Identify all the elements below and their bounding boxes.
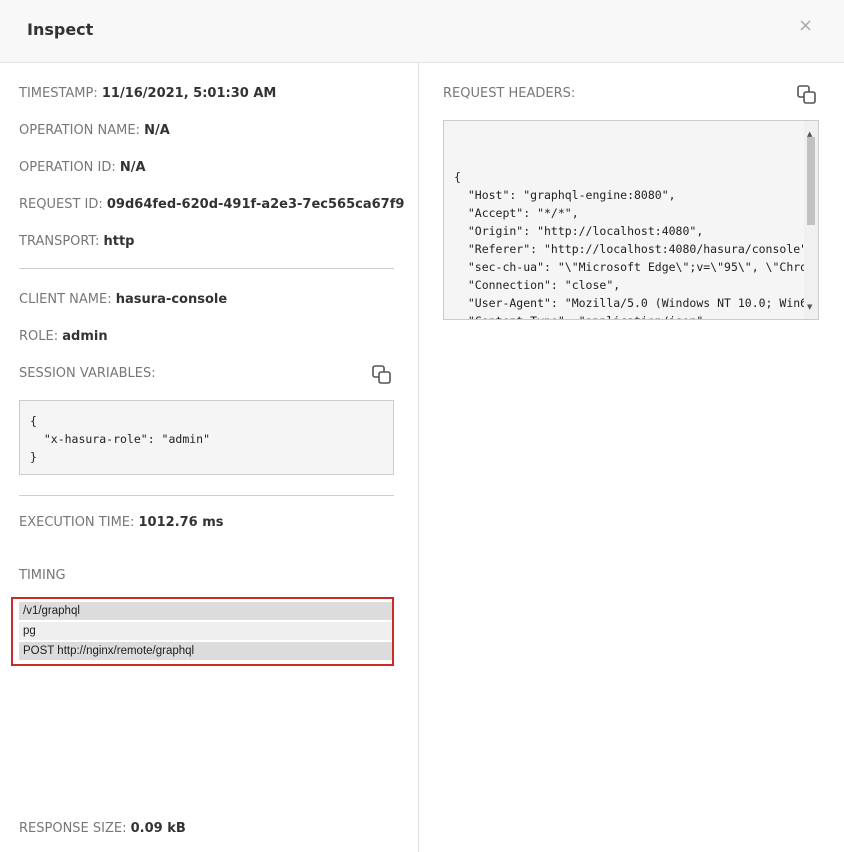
request-headers-code[interactable]: { "Host": "graphql-engine:8080", "Accept…: [443, 120, 819, 320]
execution-time-label: EXECUTION TIME:: [19, 515, 139, 530]
column-divider: [418, 63, 419, 852]
response-size-value: 0.09 kB: [130, 821, 186, 836]
role-value: admin: [62, 329, 108, 344]
request-id-row: REQUEST ID: 09d64fed-620d-491f-a2e3-7ec5…: [19, 196, 404, 214]
client-name-label: CLIENT NAME:: [19, 292, 116, 307]
timing-label: TIMING: [19, 568, 66, 583]
timestamp-value: 11/16/2021, 5:01:30 AM: [101, 86, 277, 101]
transport-value: http: [103, 234, 135, 249]
response-size-row: RESPONSE SIZE: 0.09 kB: [19, 820, 186, 838]
client-name-value: hasura-console: [115, 292, 228, 307]
timestamp-label: TIMESTAMP:: [19, 86, 102, 101]
execution-time-value: 1012.76 ms: [138, 515, 224, 530]
vertical-scrollbar[interactable]: ▲ ▼: [804, 121, 818, 319]
timing-row[interactable]: pg: [19, 622, 392, 640]
scrollbar-thumb[interactable]: [807, 137, 815, 225]
execution-time-row: EXECUTION TIME: 1012.76 ms: [19, 514, 224, 532]
modal-title: Inspect: [27, 20, 94, 39]
section-divider: [19, 495, 394, 496]
operation-id-row: OPERATION ID: N/A: [19, 159, 146, 177]
timing-row[interactable]: /v1/graphql: [19, 602, 392, 620]
role-row: ROLE: admin: [19, 328, 108, 346]
request-id-label: REQUEST ID:: [19, 197, 107, 212]
transport-label: TRANSPORT:: [19, 234, 104, 249]
role-label: ROLE:: [19, 329, 63, 344]
copy-icon[interactable]: [371, 364, 393, 386]
close-icon[interactable]: ×: [798, 16, 813, 36]
response-size-label: RESPONSE SIZE:: [19, 821, 131, 836]
operation-name-row: OPERATION NAME: N/A: [19, 122, 170, 140]
request-headers-label: REQUEST HEADERS:: [443, 86, 576, 101]
copy-icon[interactable]: [796, 84, 818, 106]
transport-row: TRANSPORT: http: [19, 233, 135, 251]
section-divider: [19, 268, 394, 269]
session-variables-label: SESSION VARIABLES:: [19, 366, 156, 381]
operation-name-value: N/A: [144, 123, 170, 138]
modal-header: Inspect ×: [0, 0, 844, 63]
client-name-row: CLIENT NAME: hasura-console: [19, 291, 227, 309]
scroll-down-icon[interactable]: ▼: [807, 298, 812, 316]
operation-name-label: OPERATION NAME:: [19, 123, 145, 138]
timestamp-row: TIMESTAMP: 11/16/2021, 5:01:30 AM: [19, 85, 276, 103]
request-headers-text: { "Host": "graphql-engine:8080", "Accept…: [454, 170, 818, 319]
request-id-value: 09d64fed-620d-491f-a2e3-7ec565ca67f9: [106, 197, 405, 212]
operation-id-label: OPERATION ID:: [19, 160, 120, 175]
timing-row[interactable]: POST http://nginx/remote/graphql: [19, 642, 392, 660]
operation-id-value: N/A: [119, 160, 146, 175]
session-variables-code: { "x-hasura-role": "admin" }: [19, 400, 394, 475]
